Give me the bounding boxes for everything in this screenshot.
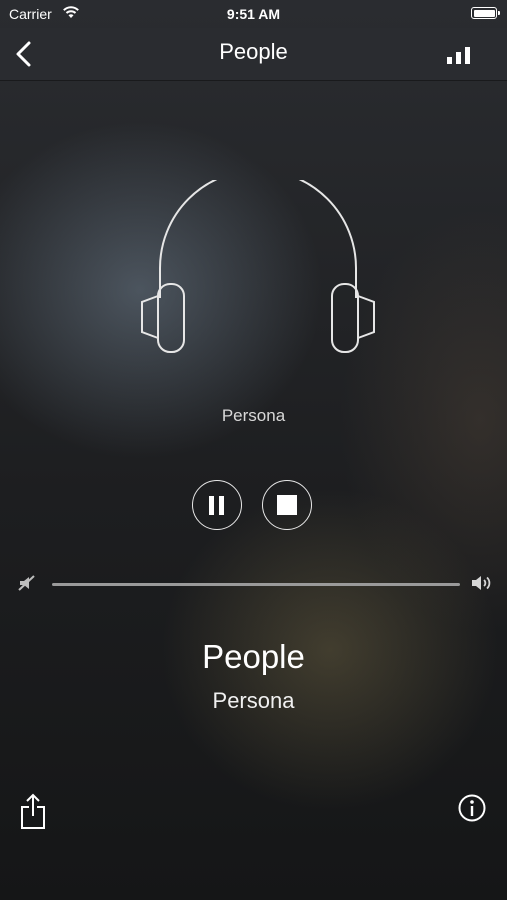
status-bar: Carrier 9:51 AM [0, 0, 507, 28]
signal-bars-icon[interactable] [447, 46, 473, 64]
track-artist: Persona [212, 688, 295, 713]
volume-slider[interactable] [52, 583, 460, 586]
background [0, 0, 507, 900]
clock: 9:51 AM [226, 6, 281, 22]
headphones-icon [141, 180, 375, 353]
info-icon[interactable] [458, 794, 486, 822]
volume-loud-icon [472, 576, 491, 590]
navigation-bar: People [0, 28, 507, 81]
page-title: People [219, 39, 288, 64]
stop-button[interactable] [262, 480, 312, 530]
stop-icon [277, 495, 297, 515]
track-title: People [202, 638, 305, 675]
volume-mute-icon [18, 575, 35, 591]
share-icon[interactable] [18, 792, 48, 830]
pause-button[interactable] [192, 480, 242, 530]
battery-icon [471, 7, 500, 19]
station-label: Persona [221, 406, 286, 425]
